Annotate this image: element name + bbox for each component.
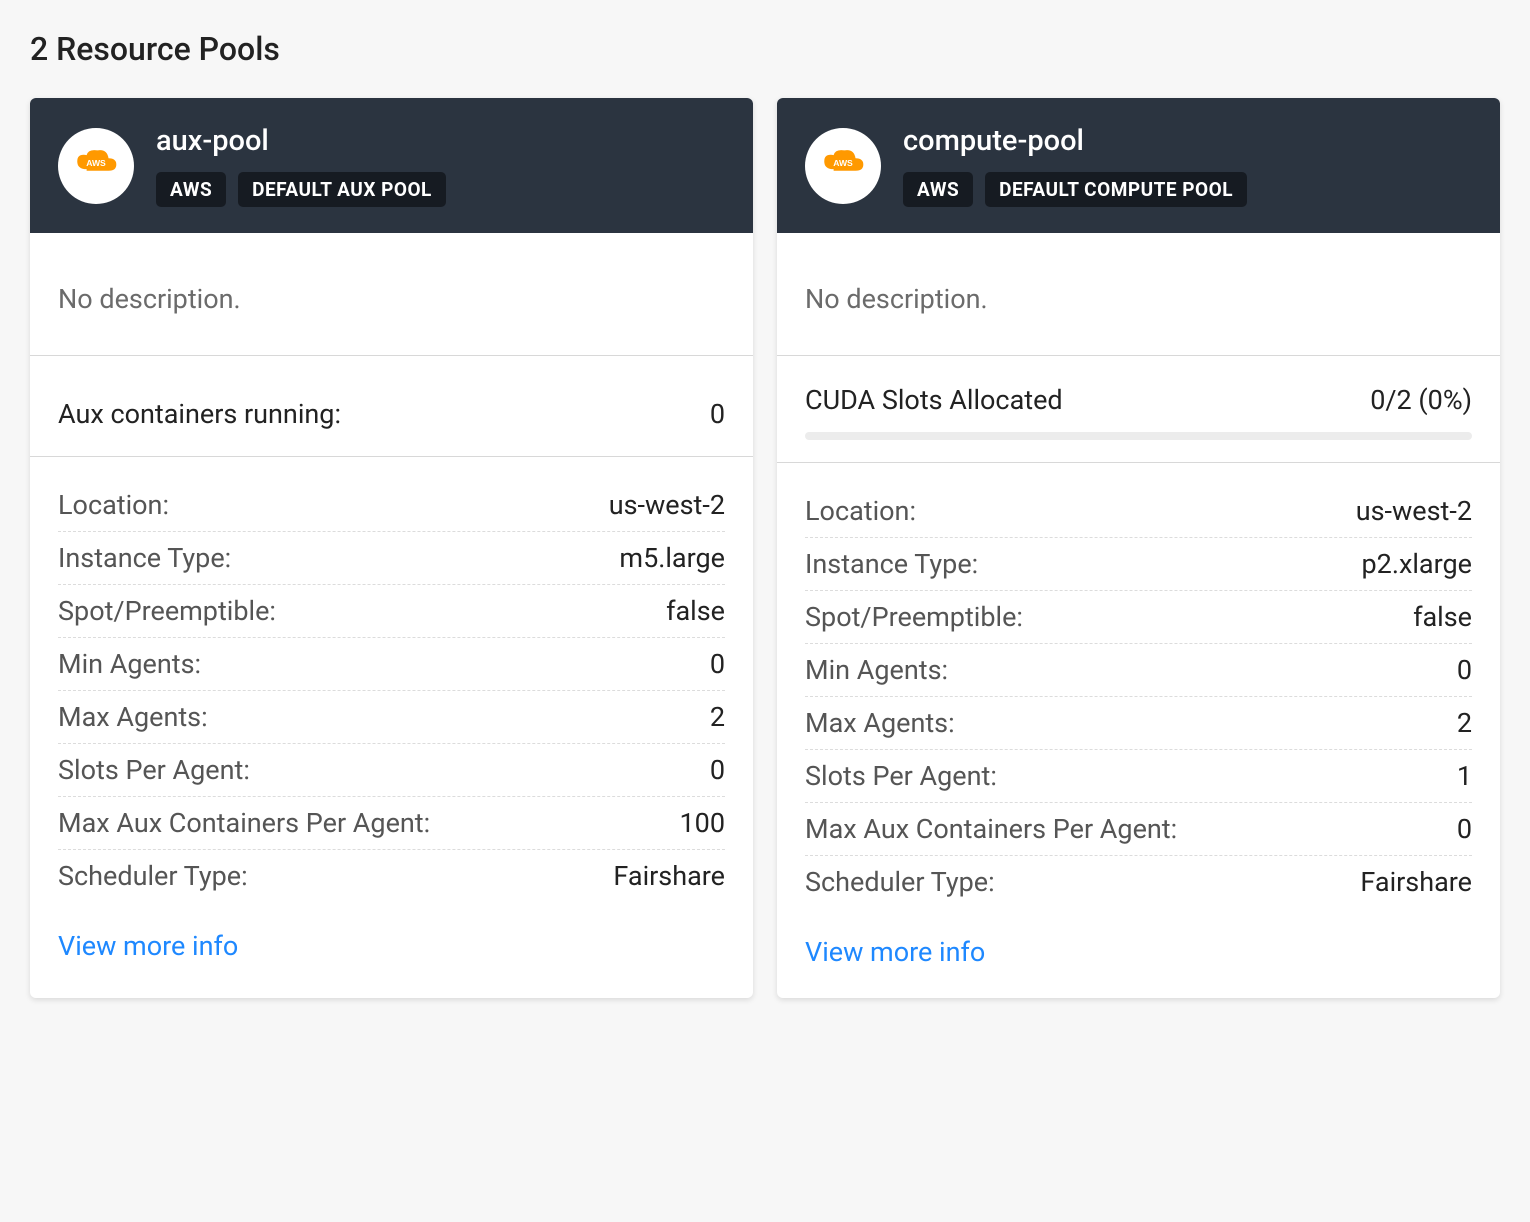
detail-label: Scheduler Type: — [805, 866, 995, 898]
resource-pool-card: AWS compute-pool AWS DEFAULT COMPUTE POO… — [777, 98, 1500, 998]
detail-label: Spot/Preemptible: — [58, 595, 276, 627]
detail-label: Instance Type: — [805, 548, 978, 580]
detail-label: Spot/Preemptible: — [805, 601, 1023, 633]
detail-value: p2.xlarge — [1362, 548, 1472, 580]
pool-name: compute-pool — [903, 124, 1247, 158]
detail-label: Slots Per Agent: — [58, 754, 250, 786]
pool-name: aux-pool — [156, 124, 446, 158]
detail-value: us-west-2 — [609, 489, 725, 521]
default-pool-badge: DEFAULT AUX POOL — [238, 172, 446, 207]
detail-label: Max Agents: — [805, 707, 955, 739]
detail-label: Max Agents: — [58, 701, 208, 733]
detail-label: Max Aux Containers Per Agent: — [58, 807, 430, 839]
resource-pool-card: AWS aux-pool AWS DEFAULT AUX POOL No des… — [30, 98, 753, 998]
slots-allocated-block: CUDA Slots Allocated 0/2 (0%) — [777, 356, 1500, 463]
detail-value: 2 — [1457, 707, 1472, 739]
pool-description: No description. — [777, 233, 1500, 356]
detail-label: Location: — [58, 489, 169, 521]
detail-value: 0 — [1457, 813, 1472, 845]
detail-label: Instance Type: — [58, 542, 231, 574]
detail-value: 0 — [710, 648, 725, 680]
detail-label: Min Agents: — [58, 648, 201, 680]
slots-progress-bar — [805, 432, 1472, 440]
svg-text:AWS: AWS — [833, 158, 853, 168]
detail-value: Fairshare — [613, 860, 725, 892]
aux-running-value: 0 — [710, 398, 725, 430]
detail-value: 0 — [710, 754, 725, 786]
aws-icon: AWS — [58, 128, 134, 204]
card-header: AWS aux-pool AWS DEFAULT AUX POOL — [30, 98, 753, 233]
view-more-info-link[interactable]: View more info — [805, 936, 985, 968]
aux-running-label: Aux containers running: — [58, 398, 341, 430]
slots-label: CUDA Slots Allocated — [805, 384, 1063, 416]
pool-details: Location: us-west-2 Instance Type: p2.xlar… — [777, 463, 1500, 914]
pool-description: No description. — [30, 233, 753, 356]
detail-value: 0 — [1457, 654, 1472, 686]
detail-label: Slots Per Agent: — [805, 760, 997, 792]
detail-value: 100 — [679, 807, 725, 839]
detail-value: false — [1413, 601, 1472, 633]
default-pool-badge: DEFAULT COMPUTE POOL — [985, 172, 1247, 207]
detail-value: us-west-2 — [1356, 495, 1472, 527]
svg-text:AWS: AWS — [86, 158, 106, 168]
slots-value: 0/2 (0%) — [1370, 384, 1472, 416]
card-header: AWS compute-pool AWS DEFAULT COMPUTE POO… — [777, 98, 1500, 233]
detail-label: Max Aux Containers Per Agent: — [805, 813, 1177, 845]
provider-badge: AWS — [156, 172, 226, 207]
detail-label: Scheduler Type: — [58, 860, 248, 892]
page-title: 2 Resource Pools — [30, 30, 1500, 68]
detail-value: m5.large — [619, 542, 725, 574]
detail-value: false — [666, 595, 725, 627]
detail-value: Fairshare — [1360, 866, 1472, 898]
detail-label: Min Agents: — [805, 654, 948, 686]
pool-details: Location: us-west-2 Instance Type: m5.larg… — [30, 457, 753, 908]
resource-pool-cards: AWS aux-pool AWS DEFAULT AUX POOL No des… — [30, 98, 1500, 998]
detail-label: Location: — [805, 495, 916, 527]
aux-running-block: Aux containers running: 0 — [30, 356, 753, 457]
detail-value: 1 — [1457, 760, 1472, 792]
provider-badge: AWS — [903, 172, 973, 207]
view-more-info-link[interactable]: View more info — [58, 930, 238, 962]
aws-icon: AWS — [805, 128, 881, 204]
detail-value: 2 — [710, 701, 725, 733]
